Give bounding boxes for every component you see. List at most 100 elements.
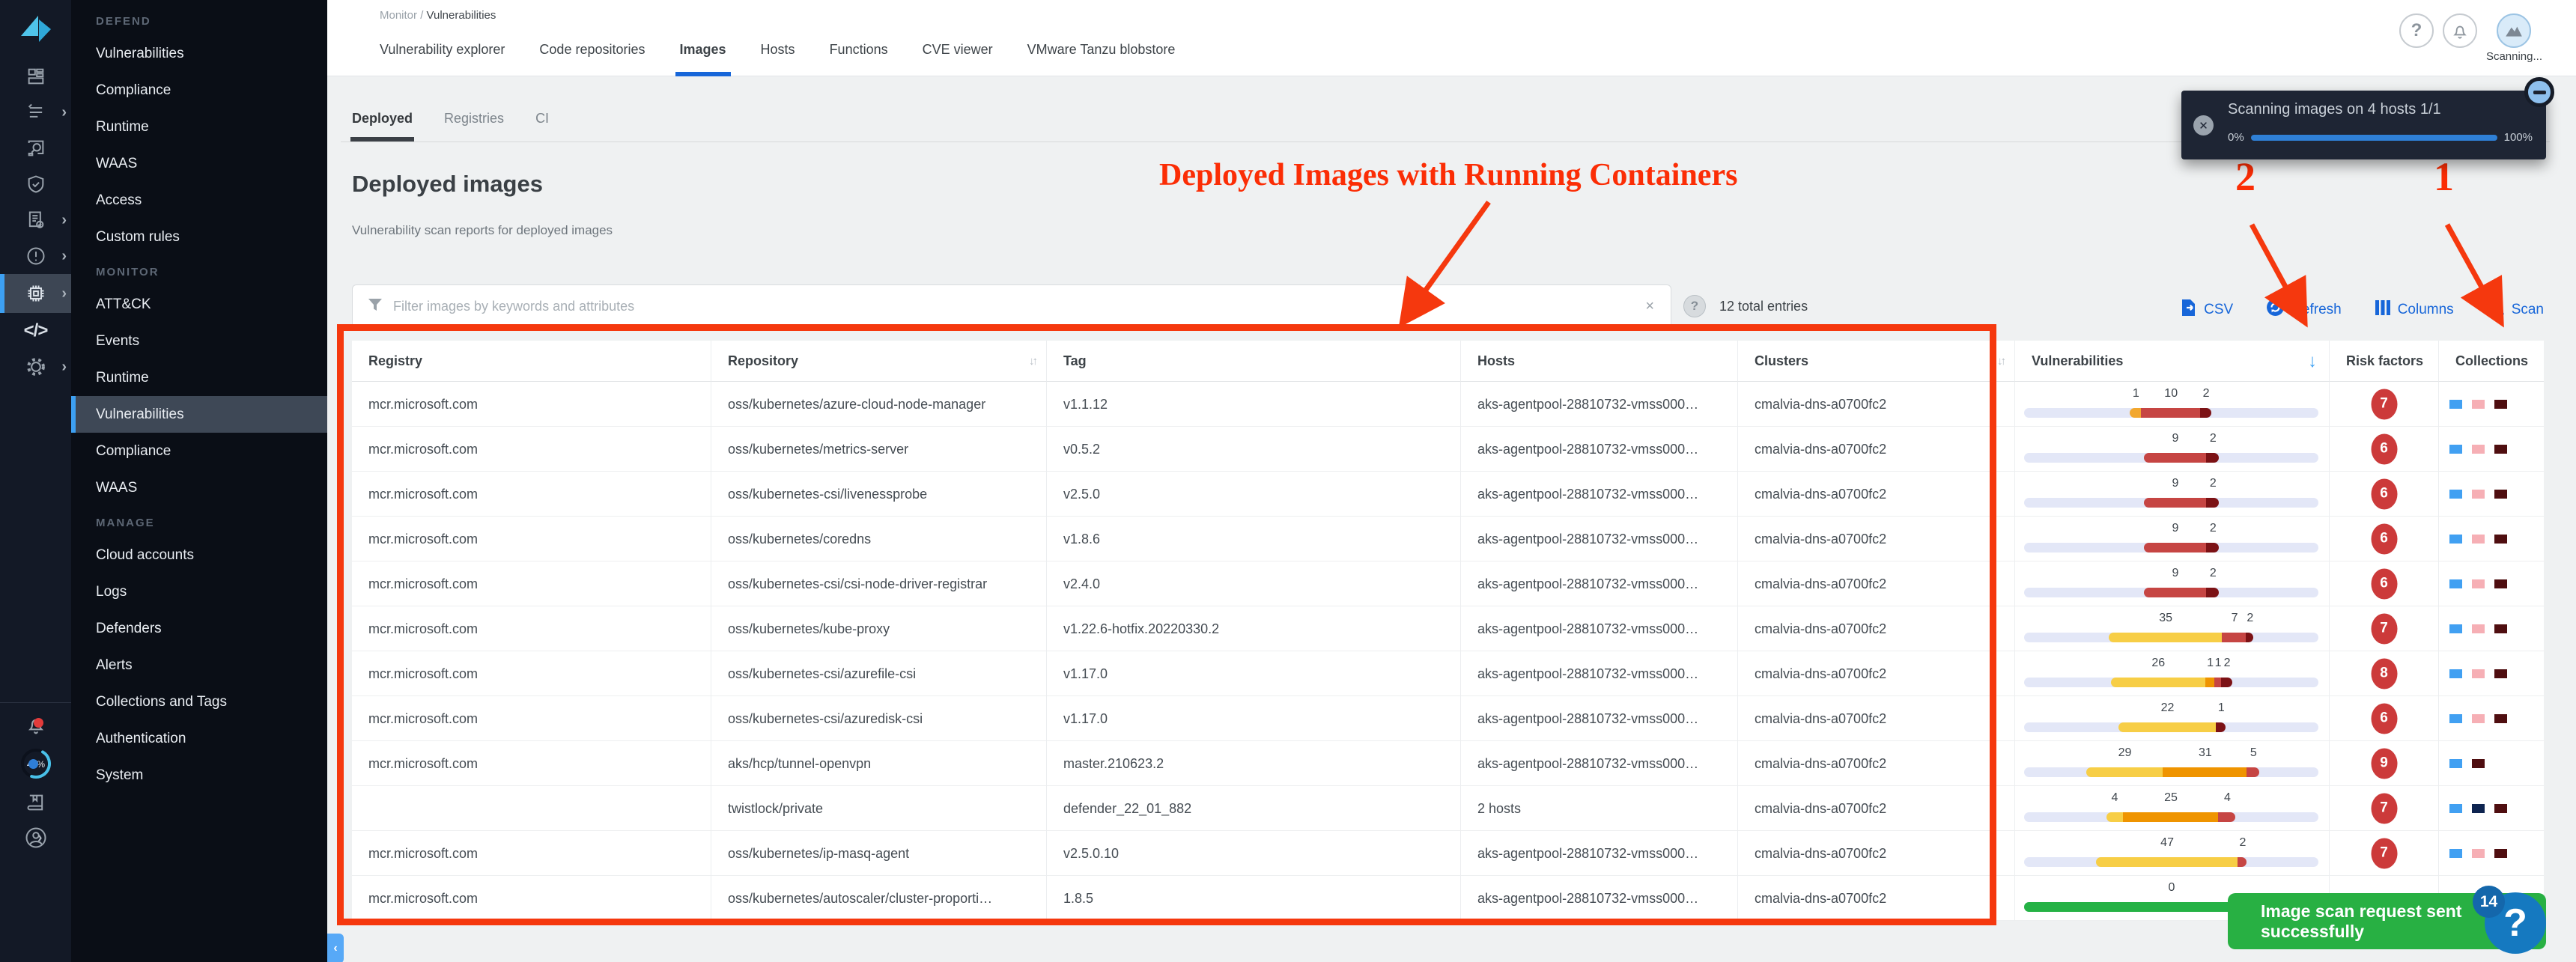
table-row[interactable]: mcr.microsoft.comoss/kubernetes/azure-cl… xyxy=(352,382,2544,427)
help-icon[interactable]: ? xyxy=(2399,13,2434,48)
refresh-button[interactable]: Refresh xyxy=(2266,298,2342,321)
collection-swatch-darkred[interactable] xyxy=(2494,804,2507,813)
collection-swatch-blue[interactable] xyxy=(2449,490,2462,499)
shield-check-icon[interactable] xyxy=(0,166,71,202)
settings-gear-icon[interactable]: › xyxy=(0,349,71,385)
risk-factor-badge[interactable]: 9 xyxy=(2371,748,2397,779)
policies-list-icon[interactable]: › xyxy=(0,94,71,130)
collection-swatch-blue[interactable] xyxy=(2449,714,2462,723)
toast-minimize-button[interactable] xyxy=(2524,77,2554,107)
collection-swatch-navy[interactable] xyxy=(2472,804,2485,813)
sidebar-item-waas[interactable]: WAAS xyxy=(71,145,327,182)
collection-swatch-blue[interactable] xyxy=(2449,669,2462,678)
column-header-vulnerabilities[interactable]: Vulnerabilities↓ xyxy=(2015,341,2330,382)
tab-code-repositories[interactable]: Code repositories xyxy=(539,42,645,76)
risk-factor-badge[interactable]: 6 xyxy=(2371,523,2397,554)
sidebar-item-compliance[interactable]: Compliance xyxy=(71,433,327,469)
scan-status-icon[interactable] xyxy=(2497,13,2531,48)
collection-swatch-blue[interactable] xyxy=(2449,849,2462,858)
notifications-bell-icon[interactable] xyxy=(25,712,47,737)
table-row[interactable]: mcr.microsoft.comoss/kubernetes/kube-pro… xyxy=(352,606,2544,651)
collection-swatch-pink[interactable] xyxy=(2472,445,2485,454)
sidebar-item-runtime[interactable]: Runtime xyxy=(71,109,327,145)
sidebar-item-compliance[interactable]: Compliance xyxy=(71,72,327,109)
code-security-icon[interactable]: </> xyxy=(0,313,71,349)
collection-swatch-darkred[interactable] xyxy=(2494,669,2507,678)
collection-swatch-blue[interactable] xyxy=(2449,445,2462,454)
collection-swatch-darkred[interactable] xyxy=(2494,400,2507,409)
csv-button[interactable]: CSV xyxy=(2181,298,2233,321)
tab-vmware-tanzu-blobstore[interactable]: VMware Tanzu blobstore xyxy=(1027,42,1176,76)
sidebar-item-waas[interactable]: WAAS xyxy=(71,469,327,506)
collection-swatch-blue[interactable] xyxy=(2449,624,2462,633)
sort-icon[interactable]: ↓↑ xyxy=(1997,341,2004,382)
column-header-tag[interactable]: Tag xyxy=(1047,341,1461,382)
column-header-risk-factors[interactable]: Risk factors xyxy=(2330,341,2439,382)
sidebar-item-logs[interactable]: Logs xyxy=(71,573,327,610)
sidebar-item-events[interactable]: Events xyxy=(71,323,327,359)
column-header-clusters[interactable]: Clusters↓↑ xyxy=(1738,341,2015,382)
dashboard-icon[interactable] xyxy=(0,58,71,94)
sidebar-item-authentication[interactable]: Authentication xyxy=(71,720,327,757)
collection-swatch-darkred[interactable] xyxy=(2494,535,2507,544)
risk-factor-badge[interactable]: 6 xyxy=(2371,478,2397,509)
collection-swatch-darkred[interactable] xyxy=(2494,714,2507,723)
sidebar-item-collections-and-tags[interactable]: Collections and Tags xyxy=(71,684,327,720)
support-badge[interactable]: 14 xyxy=(2473,886,2505,918)
collection-swatch-pink[interactable] xyxy=(2472,624,2485,633)
sidebar-item-cloud-accounts[interactable]: Cloud accounts xyxy=(71,537,327,573)
collection-swatch-pink[interactable] xyxy=(2472,714,2485,723)
filter-input[interactable] xyxy=(393,299,1645,314)
table-row[interactable]: twistlock/privatedefender_22_01_8822 hos… xyxy=(352,786,2544,831)
collection-swatch-blue[interactable] xyxy=(2449,535,2462,544)
table-row[interactable]: mcr.microsoft.comoss/kubernetes-csi/csi-… xyxy=(352,561,2544,606)
risk-factor-badge[interactable]: 7 xyxy=(2371,613,2397,644)
column-header-collections[interactable]: Collections xyxy=(2439,341,2544,382)
collection-swatch-darkred[interactable] xyxy=(2494,445,2507,454)
clear-filter-icon[interactable]: × xyxy=(1645,298,1654,315)
table-row[interactable]: mcr.microsoft.comoss/kubernetes-csi/azur… xyxy=(352,696,2544,741)
sort-icon[interactable]: ↓↑ xyxy=(1029,341,1036,382)
breadcrumb-section[interactable]: Monitor xyxy=(380,9,417,22)
filter-help-icon[interactable]: ? xyxy=(1683,295,1706,317)
user-profile-icon[interactable]: › xyxy=(25,825,47,850)
prisma-cloud-logo-icon[interactable] xyxy=(0,0,71,58)
column-header-registry[interactable]: Registry xyxy=(352,341,711,382)
toast-close-icon[interactable]: ✕ xyxy=(2193,115,2214,136)
collection-swatch-pink[interactable] xyxy=(2472,669,2485,678)
collection-swatch-darkred[interactable] xyxy=(2494,624,2507,633)
sidebar-item-att-ck[interactable]: ATT&CK xyxy=(71,286,327,323)
sidebar-item-vulnerabilities[interactable]: Vulnerabilities xyxy=(71,396,327,433)
risk-factor-badge[interactable]: 6 xyxy=(2371,433,2397,464)
tab-hosts[interactable]: Hosts xyxy=(761,42,795,76)
subtab-ci[interactable]: CI xyxy=(535,111,549,141)
compute-chip-icon[interactable]: › xyxy=(0,274,71,313)
collection-swatch-blue[interactable] xyxy=(2449,804,2462,813)
table-row[interactable]: mcr.microsoft.comaks/hcp/tunnel-openvpnm… xyxy=(352,741,2544,786)
risk-factor-badge[interactable]: 6 xyxy=(2371,703,2397,734)
collection-swatch-blue[interactable] xyxy=(2449,400,2462,409)
investigate-icon[interactable] xyxy=(0,130,71,166)
collection-swatch-pink[interactable] xyxy=(2472,535,2485,544)
collection-swatch-pink[interactable] xyxy=(2472,490,2485,499)
collection-swatch-darkred[interactable] xyxy=(2494,490,2507,499)
tab-images[interactable]: Images xyxy=(680,42,726,76)
collection-swatch-pink[interactable] xyxy=(2472,849,2485,858)
risk-factor-badge[interactable]: 6 xyxy=(2371,568,2397,599)
table-row[interactable]: mcr.microsoft.comoss/kubernetes/corednsv… xyxy=(352,517,2544,561)
collection-swatch-pink[interactable] xyxy=(2472,400,2485,409)
alerts-icon[interactable]: › xyxy=(0,238,71,274)
sidebar-item-runtime[interactable]: Runtime xyxy=(71,359,327,396)
subtab-registries[interactable]: Registries xyxy=(444,111,504,141)
column-header-repository[interactable]: Repository↓↑ xyxy=(711,341,1047,382)
collection-swatch-blue[interactable] xyxy=(2449,759,2462,768)
bell-icon[interactable] xyxy=(2443,13,2477,48)
tab-vulnerability-explorer[interactable]: Vulnerability explorer xyxy=(380,42,505,76)
collection-swatch-blue[interactable] xyxy=(2449,579,2462,588)
sort-active-desc-icon[interactable]: ↓ xyxy=(2308,341,2317,382)
collection-swatch-darkred[interactable] xyxy=(2472,759,2485,768)
table-row[interactable]: mcr.microsoft.comoss/kubernetes/metrics-… xyxy=(352,427,2544,472)
collection-swatch-darkred[interactable] xyxy=(2494,849,2507,858)
risk-factor-badge[interactable]: 8 xyxy=(2371,658,2397,689)
sidebar-item-defenders[interactable]: Defenders xyxy=(71,610,327,647)
